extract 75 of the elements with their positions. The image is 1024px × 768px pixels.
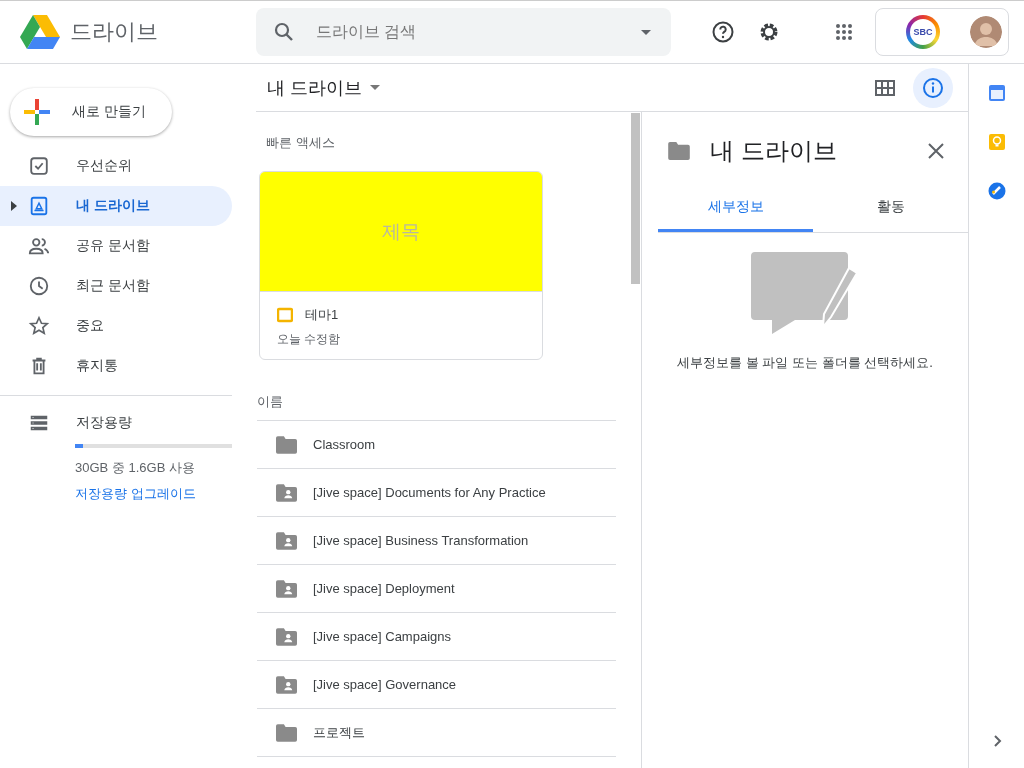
grid-view-icon[interactable] bbox=[875, 79, 895, 96]
sidebar-item-label: 최근 문서함 bbox=[76, 277, 150, 295]
clock-icon bbox=[28, 275, 50, 297]
file-name: [Jive space] Deployment bbox=[313, 581, 455, 596]
sidebar-item-label: 공유 문서함 bbox=[76, 237, 150, 255]
sidebar-item-label: 중요 bbox=[76, 317, 104, 335]
details-title: 내 드라이브 bbox=[710, 136, 838, 166]
file-name: 테마1 bbox=[305, 306, 339, 324]
storage-usage: 30GB 중 1.6GB 사용 bbox=[75, 459, 196, 477]
sidebar-item-label: 휴지통 bbox=[76, 357, 118, 375]
shared-folder-icon bbox=[276, 675, 297, 694]
folder-title[interactable]: 내 드라이브 bbox=[267, 75, 362, 100]
app-name: 드라이브 bbox=[70, 18, 158, 46]
sidebar-item[interactable]: 우선순위 bbox=[0, 146, 232, 186]
search-bar[interactable]: 드라이브 검색 bbox=[256, 8, 671, 56]
file-name: [Jive space] Documents for Any Practice bbox=[313, 485, 546, 500]
file-row[interactable]: [Jive space] Governance bbox=[257, 661, 616, 709]
modified-date: 오늘 수정함 bbox=[276, 331, 342, 348]
shared-folder-icon bbox=[276, 483, 297, 502]
shared-folder-icon bbox=[276, 627, 297, 646]
folder-icon bbox=[276, 723, 297, 742]
file-name: [Jive space] Governance bbox=[313, 677, 457, 692]
checkbox-icon bbox=[28, 155, 50, 177]
section-heading: 빠른 액세스 bbox=[266, 134, 336, 152]
file-name: [Jive space] Campaigns bbox=[313, 629, 451, 644]
account-panel[interactable]: SBC bbox=[875, 8, 1009, 56]
sidebar-item-label: 내 드라이브 bbox=[76, 197, 150, 215]
file-thumbnail: 제목 bbox=[260, 172, 542, 292]
organization-logo: SBC bbox=[906, 15, 940, 49]
sidebar-item[interactable]: 최근 문서함 bbox=[0, 266, 232, 306]
empty-message: 세부정보를 볼 파일 또는 폴더를 선택하세요. bbox=[677, 354, 933, 372]
calendar-icon[interactable] bbox=[987, 84, 1006, 102]
search-field[interactable]: 드라이브 검색 bbox=[314, 22, 623, 42]
file-name: 프로젝트 bbox=[313, 723, 365, 742]
file-card[interactable]: 제목 테마1 오늘 수정함 bbox=[259, 171, 543, 360]
info-button[interactable] bbox=[913, 67, 953, 108]
drive-logo-icon bbox=[20, 15, 60, 49]
upgrade-link[interactable]: 저장용량 업그레이드 bbox=[75, 485, 196, 503]
expand-arrow-icon[interactable] bbox=[10, 201, 18, 211]
tasks-icon[interactable] bbox=[987, 182, 1006, 200]
storage-label: 저장용량 bbox=[76, 414, 132, 432]
dropdown-caret-icon[interactable] bbox=[641, 29, 651, 35]
shared-folder-icon bbox=[276, 579, 297, 598]
file-row[interactable]: [Jive space] Documents for Any Practice bbox=[257, 469, 616, 517]
file-row[interactable]: [Jive space] Deployment bbox=[257, 565, 616, 613]
file-name: Classroom bbox=[313, 437, 376, 452]
star-icon bbox=[28, 315, 50, 337]
info-icon bbox=[921, 75, 945, 100]
sidebar-item[interactable]: 내 드라이브 bbox=[0, 186, 232, 226]
apps-grid-icon[interactable] bbox=[835, 23, 853, 41]
sidebar-item[interactable]: 공유 문서함 bbox=[0, 226, 232, 266]
column-header[interactable]: 이름 bbox=[257, 394, 283, 409]
dropdown-caret-icon[interactable] bbox=[370, 85, 380, 90]
tab[interactable]: 활동 bbox=[813, 190, 968, 232]
new-button[interactable]: 새로 만들기 bbox=[10, 88, 172, 136]
sidebar-item-label: 우선순위 bbox=[76, 157, 132, 175]
avatar-icon[interactable] bbox=[970, 16, 1002, 48]
sidebar-item[interactable]: 휴지통 bbox=[0, 346, 232, 386]
file-row[interactable]: 프로젝트 bbox=[257, 709, 616, 757]
file-row[interactable]: [Jive space] Business Transformation bbox=[257, 517, 616, 565]
file-name: [Jive space] Business Transformation bbox=[313, 533, 529, 548]
scrollbar-thumb[interactable] bbox=[630, 113, 640, 284]
tab[interactable]: 세부정보 bbox=[658, 190, 813, 232]
file-row[interactable]: Classroom bbox=[257, 421, 616, 469]
help-icon[interactable] bbox=[711, 20, 735, 44]
folder-icon bbox=[668, 142, 690, 160]
close-icon[interactable] bbox=[926, 141, 946, 161]
folder-icon bbox=[276, 435, 297, 454]
slides-icon bbox=[277, 307, 293, 323]
drive-icon bbox=[28, 195, 50, 217]
people-icon bbox=[28, 235, 50, 257]
plus-icon bbox=[24, 99, 50, 125]
file-row[interactable]: [Jive space] Campaigns bbox=[257, 613, 616, 661]
sidebar-item[interactable]: 중요 bbox=[0, 306, 232, 346]
shared-folder-icon bbox=[276, 531, 297, 550]
